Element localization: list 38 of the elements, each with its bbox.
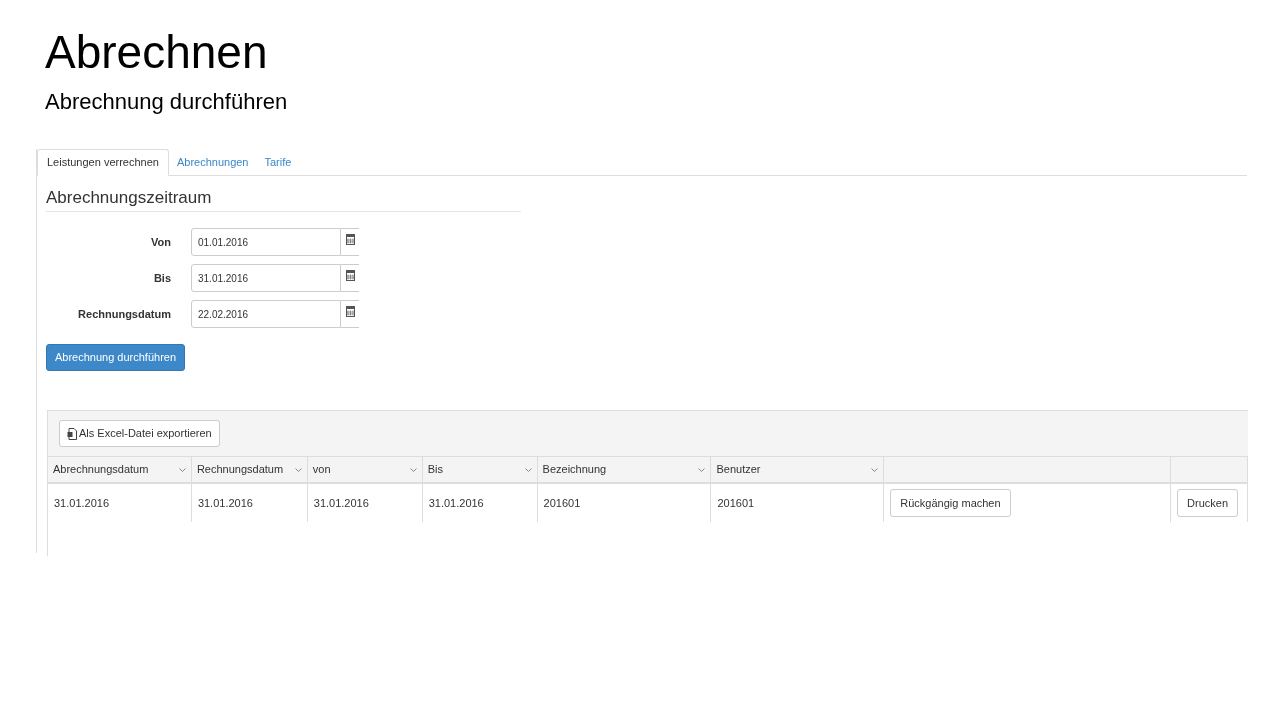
date-field[interactable]: 01.01.2016 xyxy=(191,228,341,256)
column-header[interactable]: Rechnungsdatum xyxy=(191,457,308,482)
field-label: Rechnungsdatum xyxy=(78,306,171,322)
slide-title: Abrechnen xyxy=(45,25,268,80)
date-field[interactable]: 22.02.2016 xyxy=(191,300,341,328)
chevron-down-icon xyxy=(698,467,706,472)
row-action-button[interactable]: Rückgängig machen xyxy=(890,489,1011,517)
date-field[interactable]: 31.01.2016 xyxy=(191,264,341,292)
chevron-down-icon xyxy=(871,467,879,472)
column-header[interactable]: Bis xyxy=(422,457,538,482)
tab[interactable]: Tarife xyxy=(256,149,300,175)
export-button[interactable]: Als Excel-Datei exportieren xyxy=(59,420,220,447)
calendar-icon[interactable] xyxy=(345,306,355,317)
submit-button[interactable]: Abrechnung durchführen xyxy=(46,344,185,371)
chevron-down-icon xyxy=(524,467,532,472)
chevron-down-icon xyxy=(178,467,186,472)
row-action-button[interactable]: Drucken xyxy=(1177,489,1239,517)
table-cell-text: 31.01.2016 xyxy=(197,495,253,511)
table-cell-text: 201601 xyxy=(543,495,581,511)
column-header[interactable]: Benutzer xyxy=(711,457,885,482)
column-header[interactable]: Bezeichnung xyxy=(537,457,712,482)
table-cell-text: 201601 xyxy=(717,495,755,511)
slide-subtitle: Abrechnung durchführen xyxy=(45,88,288,116)
tab[interactable]: Leistungen verrechnen xyxy=(37,149,169,176)
file-icon xyxy=(67,427,77,440)
section-title: Abrechnungszeitraum xyxy=(46,186,521,212)
table-cell-text: 31.01.2016 xyxy=(428,495,484,511)
column-header[interactable]: Abrechnungsdatum xyxy=(48,457,192,482)
tab[interactable]: Abrechnungen xyxy=(168,149,257,175)
field-label: Bis xyxy=(153,270,171,286)
table-cell-text: 31.01.2016 xyxy=(54,495,110,511)
chevron-down-icon xyxy=(409,467,417,472)
column-header[interactable]: von xyxy=(307,457,423,482)
table-cell-text: 31.01.2016 xyxy=(313,495,369,511)
calendar-icon[interactable] xyxy=(345,234,355,245)
calendar-icon[interactable] xyxy=(345,270,355,281)
chevron-down-icon xyxy=(294,467,302,472)
field-label: Von xyxy=(151,234,171,250)
